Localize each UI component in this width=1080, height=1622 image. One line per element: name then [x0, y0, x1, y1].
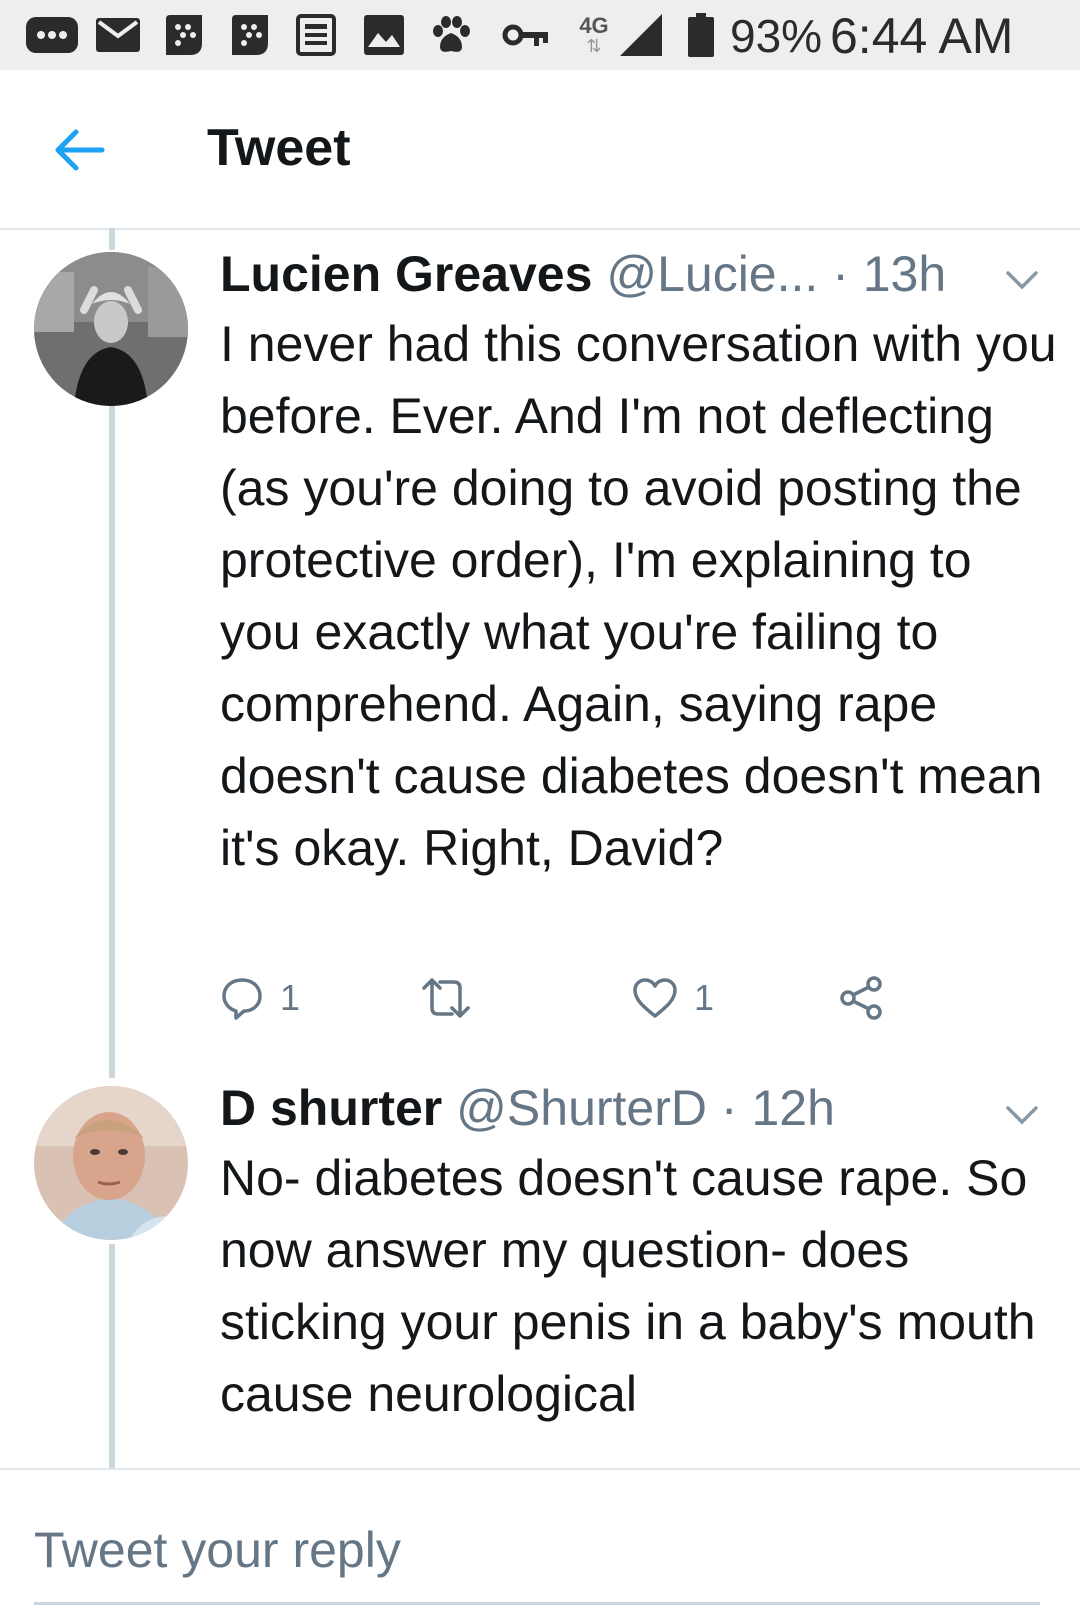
retweet-button[interactable] [418, 968, 474, 1028]
reply-input[interactable] [34, 1518, 1040, 1582]
thread-connector-line [109, 228, 115, 250]
retweet-icon [422, 978, 470, 1018]
thread-connector-line [109, 406, 115, 1078]
tweet-timestamp[interactable]: 13h [863, 246, 946, 302]
network-type-indicator: 4G ⇅ [566, 14, 622, 56]
author-handle[interactable]: @Lucie... [606, 246, 818, 302]
reply-icon [222, 978, 262, 1020]
signal-icon [620, 14, 664, 56]
mail-icon [96, 14, 140, 56]
tweet-text: I never had this conversation with you b… [220, 316, 1057, 876]
network-type-label: 4G [579, 13, 609, 38]
reply-count: 1 [280, 977, 301, 1018]
page-title: Tweet [207, 119, 351, 177]
status-bar: 4G ⇅ 93% 6:44 AM [0, 0, 1080, 70]
tweet-timestamp[interactable]: 12h [751, 1080, 834, 1136]
meta-separator: · [707, 1080, 752, 1136]
like-count: 1 [694, 977, 715, 1018]
battery-percent: 93% [730, 10, 823, 62]
tweet-text: No- diabetes doesn't cause rape. So now … [220, 1150, 1036, 1422]
heart-icon [633, 978, 677, 1018]
image-icon [364, 14, 404, 56]
arrow-left-icon [55, 129, 105, 171]
tweet-options-button[interactable] [1004, 268, 1040, 292]
author-handle[interactable]: @ShurterD [456, 1080, 707, 1136]
reply-button[interactable]: 1 [220, 968, 300, 1028]
battery-icon [688, 13, 714, 57]
more-icon [26, 14, 78, 56]
avatar[interactable] [34, 252, 188, 406]
tweet-options-button[interactable] [1004, 1103, 1040, 1127]
app-header: Tweet [0, 70, 1080, 230]
data-arrows-icon: ⇅ [586, 36, 602, 56]
clock: 6:44 AM [830, 8, 1014, 64]
blackberry-icon [162, 14, 206, 56]
back-button[interactable] [48, 118, 112, 182]
reply-input-underline [34, 1602, 1040, 1605]
news-icon [296, 14, 336, 56]
tweet-header: Lucien Greaves @Lucie... · 13h [220, 242, 946, 306]
reply-composer [0, 1468, 1080, 1622]
share-icon [840, 976, 882, 1020]
chevron-down-icon [1006, 271, 1038, 290]
like-button[interactable]: 1 [632, 968, 714, 1028]
avatar[interactable] [34, 1086, 188, 1240]
share-button[interactable] [838, 968, 884, 1028]
author-name[interactable]: Lucien Greaves [220, 246, 592, 302]
key-icon [502, 14, 550, 56]
author-name[interactable]: D shurter [220, 1080, 442, 1136]
blackberry-icon [228, 14, 272, 56]
thread-connector-line [109, 1244, 115, 1468]
tweet-header: D shurter @ShurterD · 12h [220, 1076, 835, 1140]
meta-separator: · [818, 246, 863, 302]
paw-icon [430, 14, 472, 56]
chevron-down-icon [1006, 1106, 1038, 1125]
